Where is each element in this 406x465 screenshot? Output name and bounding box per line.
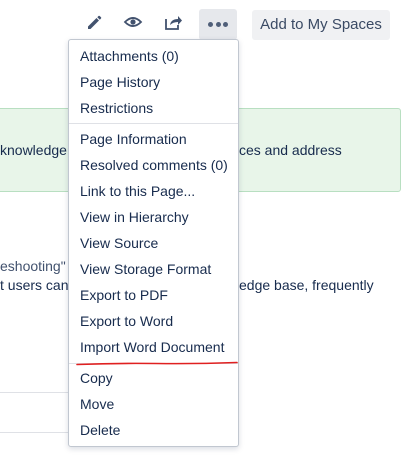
body-text-line2-left: t users can <box>0 277 69 293</box>
menu-item-page-history[interactable]: Page History <box>80 74 160 90</box>
pencil-icon[interactable] <box>84 12 104 32</box>
menu-item-attachments[interactable]: Attachments (0) <box>80 48 179 64</box>
eye-icon[interactable] <box>123 12 143 32</box>
menu-item-link-to-page[interactable]: Link to this Page... <box>80 183 195 199</box>
body-text-line1: eshooting" <box>0 258 66 274</box>
menu-item-page-information[interactable]: Page Information <box>80 131 187 147</box>
divider <box>0 432 68 433</box>
menu-item-copy[interactable]: Copy <box>80 370 113 386</box>
menu-item-export-to-pdf[interactable]: Export to PDF <box>80 287 168 303</box>
add-to-my-spaces-button[interactable]: Add to My Spaces <box>252 10 390 40</box>
menu-item-export-to-word[interactable]: Export to Word <box>80 313 173 329</box>
more-actions-button[interactable] <box>199 9 237 40</box>
share-icon[interactable] <box>163 12 183 32</box>
menu-item-move[interactable]: Move <box>80 396 114 412</box>
ellipsis-dot <box>223 22 228 27</box>
panel-text-left: knowledge <box>0 142 67 158</box>
menu-item-resolved-comments[interactable]: Resolved comments (0) <box>80 157 228 173</box>
menu-item-view-storage-format[interactable]: View Storage Format <box>80 261 211 277</box>
menu-item-delete[interactable]: Delete <box>80 422 120 438</box>
body-text-line2-right: edge base, frequently <box>239 277 374 293</box>
menu-item-view-source[interactable]: View Source <box>80 235 158 251</box>
ellipsis-dot <box>215 22 221 27</box>
menu-item-restrictions[interactable]: Restrictions <box>80 100 153 116</box>
menu-separator <box>69 123 238 124</box>
red-underline-annotation <box>76 361 238 366</box>
panel-text-right: ces and address <box>239 142 342 158</box>
divider <box>0 392 68 393</box>
ellipsis-icon <box>208 22 213 27</box>
menu-item-view-in-hierarchy[interactable]: View in Hierarchy <box>80 209 189 225</box>
menu-item-import-word-document[interactable]: Import Word Document <box>80 339 224 355</box>
more-actions-menu: Attachments (0) Page History Restriction… <box>68 39 239 447</box>
